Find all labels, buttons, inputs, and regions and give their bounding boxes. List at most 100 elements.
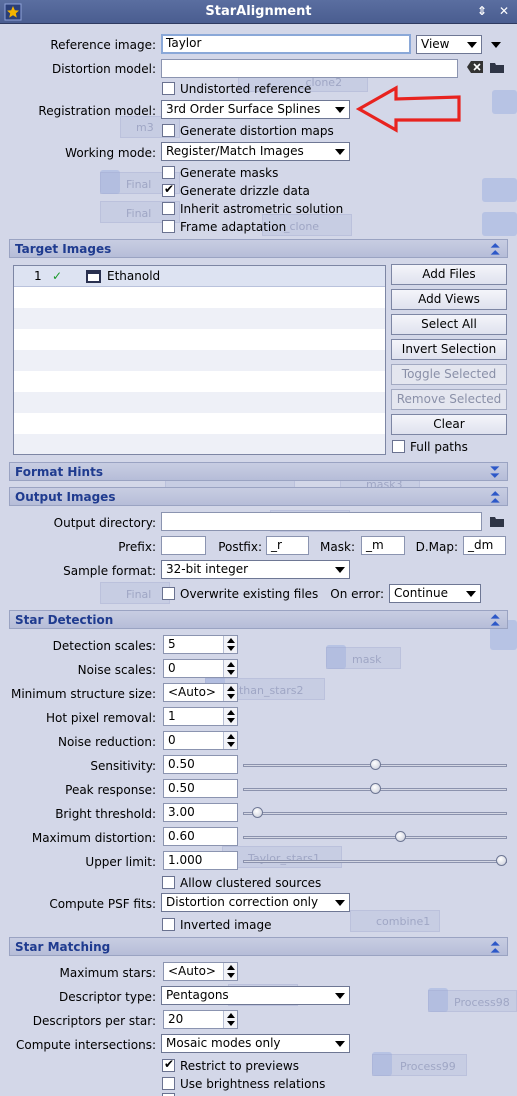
slider-knob[interactable] <box>370 783 381 794</box>
generate-masks-label: Generate masks <box>180 166 279 180</box>
collapse-icon[interactable]: ⏶ ⏶ <box>489 488 501 506</box>
star-detection-section-header[interactable]: Star Detection ⏶ ⏶ <box>9 610 508 629</box>
bright-threshold-input[interactable]: 3.00 <box>163 803 238 822</box>
clear-icon[interactable] <box>466 60 483 76</box>
list-item[interactable]: 1 ✓ Ethanold <box>14 266 385 287</box>
close-icon[interactable]: ✕ <box>497 4 511 18</box>
descriptor-type-label: Descriptor type: <box>58 990 156 1004</box>
reference-image-input[interactable]: Taylor <box>161 34 411 54</box>
add-files-button[interactable]: Add Files <box>391 264 507 285</box>
postfix-input[interactable]: _r <box>266 536 309 555</box>
clear-button[interactable]: Clear <box>391 414 507 435</box>
reference-image-label: Reference image: <box>50 38 156 52</box>
reference-image-view-select[interactable]: View <box>416 35 482 54</box>
output-directory-input[interactable] <box>161 512 482 531</box>
hot-pixel-removal-spinbox[interactable]: 1 <box>163 707 238 726</box>
inverted-image-checkbox[interactable] <box>162 918 175 931</box>
peak-response-label: Peak response: <box>65 783 156 797</box>
restrict-to-previews-checkbox[interactable] <box>162 1057 175 1072</box>
prefix-input[interactable] <box>161 536 206 555</box>
compute-intersections-select[interactable]: Mosaic modes only <box>161 1034 350 1053</box>
dropdown-menu-icon[interactable] <box>488 37 504 53</box>
target-images-section-header[interactable]: Target Images ⏶ ⏶ <box>9 239 508 258</box>
descriptors-per-star-spinbox[interactable]: 20 <box>163 1010 238 1029</box>
generate-distortion-maps-label: Generate distortion maps <box>180 124 334 138</box>
maximum-stars-label: Maximum stars: <box>59 966 156 980</box>
upper-limit-slider[interactable] <box>243 855 507 867</box>
collapse-icon[interactable]: ⏶ ⏶ <box>489 240 501 258</box>
full-paths-checkbox[interactable] <box>392 440 405 453</box>
use-brightness-relations-checkbox[interactable] <box>162 1077 175 1090</box>
registration-model-select[interactable]: 3rd Order Surface Splines <box>161 100 350 119</box>
noise-scales-label: Noise scales: <box>77 663 156 677</box>
target-images-list[interactable]: 1 ✓ Ethanold <box>13 265 386 455</box>
slider-knob[interactable] <box>251 807 263 818</box>
output-images-section-header[interactable]: Output Images ⏶ ⏶ <box>9 487 508 506</box>
maximum-distortion-input[interactable]: 0.60 <box>163 827 238 846</box>
detection-scales-spinbox[interactable]: 5 <box>163 635 238 654</box>
star-matching-section-header[interactable]: Star Matching ⏶ ⏶ <box>9 937 508 956</box>
use-brightness-relations-label: Use brightness relations <box>180 1077 326 1091</box>
slider-knob[interactable] <box>496 855 507 866</box>
collapse-icon[interactable]: ⏶ ⏶ <box>489 611 501 629</box>
undistorted-reference-checkbox[interactable] <box>162 82 175 95</box>
allow-clustered-label: Allow clustered sources <box>180 876 322 890</box>
toggle-selected-button[interactable]: Toggle Selected <box>391 364 507 385</box>
generate-drizzle-data-label: Generate drizzle data <box>180 184 310 198</box>
collapse-icon[interactable]: ⏶ ⏶ <box>489 938 501 956</box>
frame-adaptation-checkbox[interactable] <box>162 220 175 233</box>
min-structure-size-spinbox[interactable]: <Auto> <box>163 683 238 702</box>
folder-icon[interactable] <box>489 514 505 530</box>
postfix-label: Postfix: <box>218 540 262 554</box>
maximum-distortion-slider[interactable] <box>243 831 507 843</box>
slider-knob[interactable] <box>395 831 407 842</box>
distortion-model-label: Distortion model: <box>51 62 156 76</box>
list-item <box>14 350 385 371</box>
invert-selection-button[interactable]: Invert Selection <box>391 339 507 360</box>
overwrite-label: Overwrite existing files <box>180 587 319 601</box>
sample-format-select[interactable]: 32-bit integer <box>161 560 350 579</box>
descriptors-per-star-label: Descriptors per star: <box>32 1014 156 1028</box>
format-hints-section-header[interactable]: Format Hints ⏷ ⏷ <box>9 462 508 481</box>
on-error-label: On error: <box>330 587 384 601</box>
sensitivity-input[interactable]: 0.50 <box>163 755 238 774</box>
bright-threshold-slider[interactable] <box>243 807 507 819</box>
folder-icon[interactable] <box>489 60 505 76</box>
maximum-stars-spinbox[interactable]: <Auto> <box>163 962 238 981</box>
select-all-button[interactable]: Select All <box>391 314 507 335</box>
noise-reduction-spinbox[interactable]: 0 <box>163 731 238 750</box>
working-mode-select[interactable]: Register/Match Images <box>161 142 350 161</box>
generate-drizzle-data-checkbox[interactable] <box>162 182 175 197</box>
peak-response-input[interactable]: 0.50 <box>163 779 238 798</box>
compute-psf-fits-select[interactable]: Distortion correction only <box>161 893 350 912</box>
allow-clustered-checkbox[interactable] <box>162 876 175 889</box>
section-title: Star Matching <box>15 940 111 954</box>
checkmark-icon[interactable]: ✓ <box>52 268 62 284</box>
annotation-arrow-icon <box>356 85 461 133</box>
sensitivity-slider[interactable] <box>243 759 507 771</box>
shade-icon[interactable]: ⇕ <box>475 4 489 18</box>
expand-icon[interactable]: ⏷ ⏷ <box>489 463 501 481</box>
upper-limit-input[interactable]: 1.000 <box>163 851 238 870</box>
add-views-button[interactable]: Add Views <box>391 289 507 310</box>
generate-distortion-maps-checkbox[interactable] <box>162 124 175 137</box>
on-error-select[interactable]: Continue <box>389 584 481 603</box>
generate-masks-checkbox[interactable] <box>162 166 175 179</box>
registration-model-label: Registration model: <box>38 104 156 118</box>
inverted-image-label: Inverted image <box>180 918 272 932</box>
descriptor-type-select[interactable]: Pentagons <box>161 986 350 1005</box>
remove-selected-button[interactable]: Remove Selected <box>391 389 507 410</box>
slider-knob[interactable] <box>370 759 381 770</box>
compute-psf-fits-label: Compute PSF fits: <box>49 897 156 911</box>
peak-response-slider[interactable] <box>243 783 507 795</box>
row-index: 1 <box>34 269 42 283</box>
overwrite-checkbox[interactable] <box>162 587 175 600</box>
distortion-model-input[interactable] <box>161 59 458 78</box>
section-title: Output Images <box>15 490 116 504</box>
image-window-icon <box>86 270 101 283</box>
mask-input[interactable]: _m <box>361 536 405 555</box>
prefix-label: Prefix: <box>118 540 156 554</box>
noise-scales-spinbox[interactable]: 0 <box>163 659 238 678</box>
dmap-input[interactable]: _dm <box>463 536 506 555</box>
inherit-astrometric-checkbox[interactable] <box>162 202 175 215</box>
